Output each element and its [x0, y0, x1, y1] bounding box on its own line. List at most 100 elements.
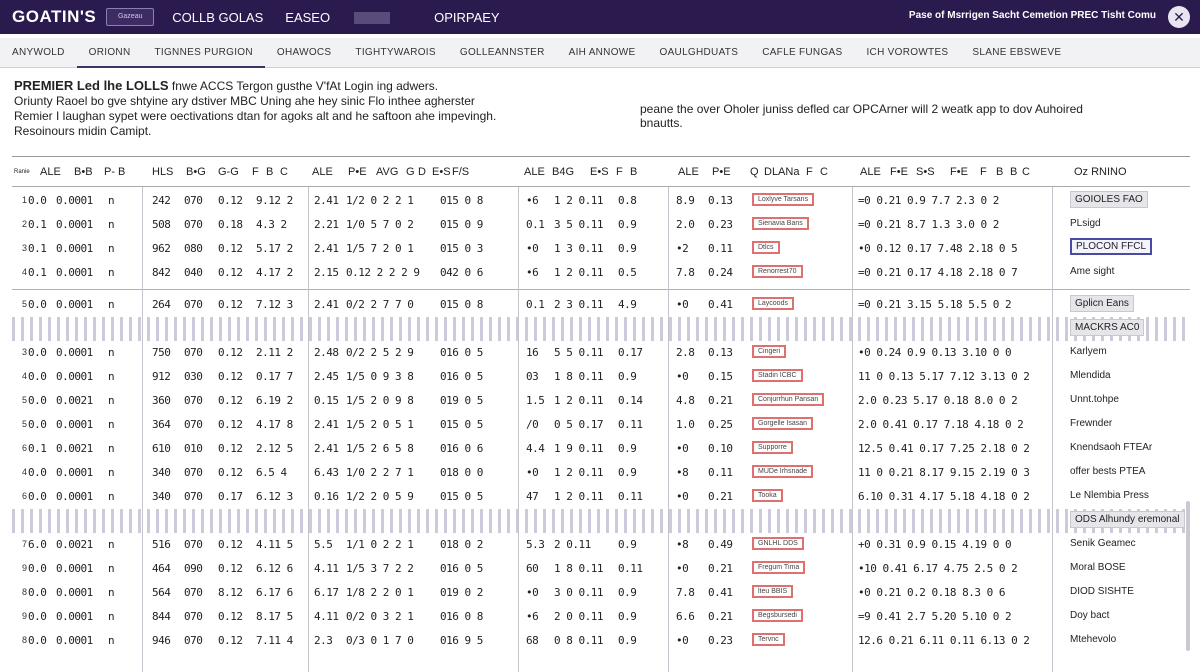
side-label[interactable]: Mlendida: [1070, 370, 1111, 381]
column-header[interactable]: HLS: [152, 166, 173, 178]
tab-oaulghduats[interactable]: OAULGHDUATS: [648, 38, 751, 68]
column-header[interactable]: DLANa: [764, 166, 799, 178]
status-pill[interactable]: Tooka: [752, 489, 783, 502]
column-header[interactable]: S•S: [916, 166, 935, 178]
table-row[interactable]: 5 0.0 0.0001 n 364 070 0.12 4.17 8 2.41 1/5 2 0 5…: [12, 413, 1190, 437]
column-header[interactable]: G-G: [218, 166, 239, 178]
top-nav-item-1[interactable]: COLLB GOLAS: [172, 10, 263, 25]
column-header[interactable]: E•S: [590, 166, 609, 178]
tab-cafle-fungas[interactable]: CAFLE FUNGAS: [750, 38, 854, 68]
column-header[interactable]: ALE: [678, 166, 699, 178]
column-header[interactable]: ALE: [524, 166, 545, 178]
tab-anywold[interactable]: ANYWOLD: [0, 38, 77, 68]
table-row[interactable]: 6 0.0 0.0001 n 340 070 0.17 6.12 3 0.16 1/2 2 0 5…: [12, 485, 1190, 509]
column-header[interactable]: F: [616, 166, 623, 178]
column-header[interactable]: E•S: [432, 166, 451, 178]
table-row[interactable]: 3 0.1 0.0001 n 962 080 0.12 5.17 2 2.41 1/5 7 2 0…: [12, 237, 1190, 261]
column-header[interactable]: ALE: [860, 166, 881, 178]
tab-tignnes-purgion[interactable]: TIGNNES PURGION: [142, 38, 265, 68]
column-header[interactable]: C: [820, 166, 828, 178]
column-header[interactable]: B•G: [186, 166, 206, 178]
status-pill[interactable]: Loxlyve Tarsans: [752, 193, 815, 206]
column-header[interactable]: F•E: [890, 166, 908, 178]
side-label[interactable]: Moral BOSE: [1070, 562, 1126, 573]
column-header[interactable]: P- B: [104, 166, 125, 178]
column-header[interactable]: Oz RNINO: [1074, 166, 1127, 178]
table-row[interactable]: 5 0.0 0.0021 n 360 070 0.12 6.19 2 0.15 1/5 2 0 9…: [12, 389, 1190, 413]
column-header[interactable]: B: [630, 166, 637, 178]
column-header[interactable]: F: [980, 166, 987, 178]
table-row[interactable]: 9 0.0 0.0001 n 844 070 0.12 8.17 5 4.11 0/2 0 3 2…: [12, 605, 1190, 629]
column-header[interactable]: F/S: [452, 166, 469, 178]
side-label[interactable]: Frewnder: [1070, 418, 1112, 429]
column-header[interactable]: C: [280, 166, 288, 178]
tab-orionn[interactable]: ORIONN: [76, 38, 143, 68]
table-row[interactable]: 8 0.0 0.0001 n 564 070 8.12 6.17 6 6.17 1/8 2 2 0…: [12, 581, 1190, 605]
table-row[interactable]: 9 0.0 0.0001 n 464 090 0.12 6.12 6 4.11 1/5 3 7 2…: [12, 557, 1190, 581]
side-label[interactable]: Knendsaoh FTEAr: [1070, 442, 1152, 453]
top-nav-item-3[interactable]: OPIRPAEY: [434, 10, 500, 25]
status-pill[interactable]: Conjurrhun Pansan: [752, 393, 825, 406]
side-label[interactable]: PLOCON FFCL: [1070, 238, 1153, 255]
column-header[interactable]: P•E: [712, 166, 731, 178]
column-header[interactable]: C: [1022, 166, 1030, 178]
side-label[interactable]: Doy bact: [1070, 610, 1109, 621]
status-pill[interactable]: Begsbursedi: [752, 609, 803, 622]
status-pill[interactable]: Stadin ICBC: [752, 369, 803, 382]
column-header[interactable]: D: [418, 166, 426, 178]
status-pill[interactable]: Gorgelle Isasan: [752, 417, 814, 430]
side-label[interactable]: Le Nlembia Press: [1070, 490, 1149, 501]
status-pill[interactable]: Laycoods: [752, 297, 794, 310]
status-pill[interactable]: GNLHL DDS: [752, 537, 804, 550]
separator-label[interactable]: MACKRS AC0: [1070, 319, 1145, 336]
side-label[interactable]: Senik Geamec: [1070, 538, 1136, 549]
column-header[interactable]: ALE: [40, 166, 61, 178]
table-row[interactable]: 2 0.1 0.0001 n 508 070 0.18 4.3 2 2.21 1/0 5 7 0 …: [12, 213, 1190, 237]
table-row[interactable]: 8 0.0 0.0001 n 946 070 0.12 7.11 4 2.3 0/3 0 1 7 …: [12, 629, 1190, 653]
table-row[interactable]: 4 0.0 0.0001 n 912 030 0.12 0.17 7 2.45 1/5 0 9 3…: [12, 365, 1190, 389]
column-header[interactable]: ALE: [312, 166, 333, 178]
column-header[interactable]: AVG: [376, 166, 398, 178]
status-pill[interactable]: Renorrest70: [752, 265, 803, 278]
tab-slane-ebsweve[interactable]: SLANE EBSWEVE: [960, 38, 1073, 68]
table-row[interactable]: 4 0.0 0.0001 n 340 070 0.12 6.5 4 6.43 1/0 2 2 7 …: [12, 461, 1190, 485]
side-label[interactable]: DIOD SISHTE: [1070, 586, 1134, 597]
side-label[interactable]: Gplicn Eans: [1070, 295, 1134, 312]
separator-label[interactable]: ODS Alhundy eremonal: [1070, 511, 1185, 528]
column-header[interactable]: B•B: [74, 166, 93, 178]
tab-ohawocs[interactable]: OHAWOCS: [265, 38, 344, 68]
column-header[interactable]: Q: [750, 166, 759, 178]
app-logo[interactable]: GOATIN'S: [12, 7, 96, 27]
column-header[interactable]: F: [806, 166, 813, 178]
status-pill[interactable]: Tervnc: [752, 633, 785, 646]
side-label[interactable]: PLsigd: [1070, 218, 1101, 229]
top-nav-item-2[interactable]: EASEO: [285, 10, 412, 25]
side-label[interactable]: GOIOLES FAO: [1070, 191, 1148, 208]
tab-golleannster[interactable]: GOLLEANNSTER: [448, 38, 557, 68]
column-header[interactable]: B: [996, 166, 1003, 178]
column-header[interactable]: B4G: [552, 166, 574, 178]
tab-aih-annowe[interactable]: AIH ANNOWE: [557, 38, 648, 68]
table-row[interactable]: 3 0.0 0.0001 n 750 070 0.12 2.11 2 2.48 0/2 2 5 2…: [12, 341, 1190, 365]
table-row[interactable]: 5 0.0 0.0001 n 264 070 0.12 7.12 3 2.41 0/2 2 7 7…: [12, 293, 1190, 317]
table-row[interactable]: 6 0.1 0.0021 n 610 010 0.12 2.12 5 2.41 1/5 2 6 5…: [12, 437, 1190, 461]
table-row[interactable]: 1 0.0 0.0001 n 242 070 0.12 9.12 2 2.41 1/2 0 2 2…: [12, 189, 1190, 213]
side-label[interactable]: Ame sight: [1070, 266, 1114, 277]
status-pill[interactable]: Fregum Tima: [752, 561, 806, 574]
column-header[interactable]: F•E: [950, 166, 968, 178]
status-pill[interactable]: lteu BBIS: [752, 585, 794, 598]
column-header[interactable]: P•E: [348, 166, 367, 178]
side-label[interactable]: Unnt.tohpe: [1070, 394, 1119, 405]
side-label[interactable]: Karlyem: [1070, 346, 1107, 357]
status-pill[interactable]: Dtlcs: [752, 241, 780, 254]
tab-ich-vorowtes[interactable]: ICH VOROWTES: [854, 38, 960, 68]
table-row[interactable]: 4 0.1 0.0001 n 842 040 0.12 4.17 2 2.15 0.12 2 2 …: [12, 261, 1190, 285]
status-pill[interactable]: Cingeri: [752, 345, 787, 358]
table-row[interactable]: 7 6.0 0.0021 n 516 070 0.12 4.11 5 5.5 1/1 0 2 2 …: [12, 533, 1190, 557]
scrollbar[interactable]: [1186, 501, 1190, 651]
status-pill[interactable]: Sienavia Bans: [752, 217, 809, 230]
side-label[interactable]: offer bests PTEA: [1070, 466, 1145, 477]
tab-tightywarois[interactable]: TIGHTYWAROIS: [343, 38, 447, 68]
status-pill[interactable]: Supporre: [752, 441, 793, 454]
column-header[interactable]: F: [252, 166, 259, 178]
